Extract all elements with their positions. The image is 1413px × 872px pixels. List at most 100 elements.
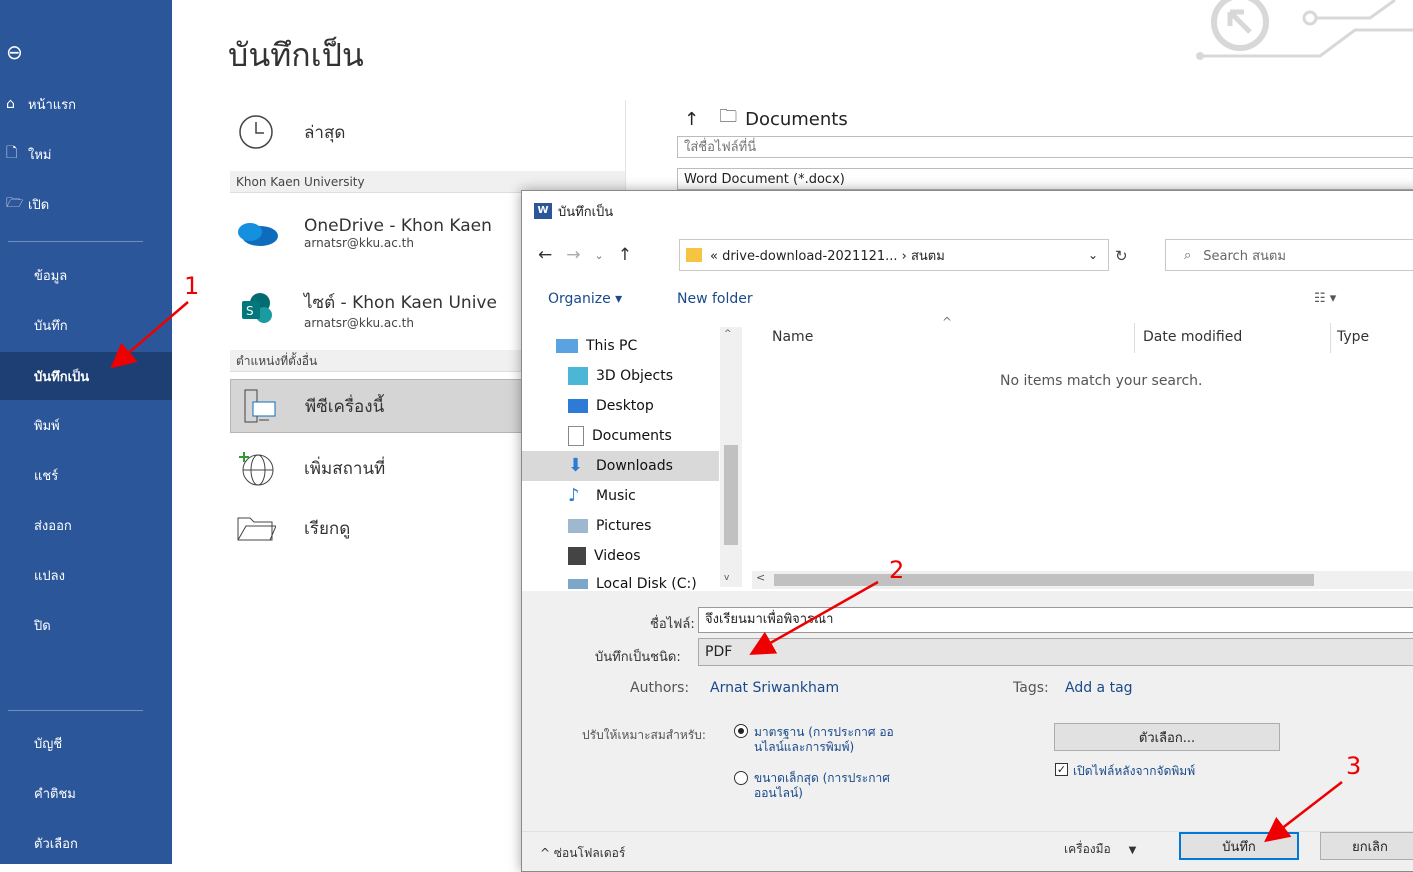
- chevron-down-icon[interactable]: ⌄: [595, 245, 604, 267]
- save-type-select[interactable]: PDF: [698, 638, 1413, 666]
- decorative-circuit-art: [1196, 0, 1413, 60]
- annotation-label-1: 1: [184, 272, 200, 300]
- authors-label: Authors:: [630, 680, 690, 696]
- this-pc-icon: [231, 386, 283, 426]
- tags-value[interactable]: Add a tag: [1065, 680, 1133, 696]
- sharepoint-icon: S: [230, 289, 282, 329]
- column-type[interactable]: Type: [1337, 329, 1369, 345]
- path-bar: ↑ 🗀 Documents: [684, 104, 848, 134]
- tools-dropdown[interactable]: เครื่องมือ ▼: [1064, 840, 1136, 859]
- authors-value[interactable]: Arnat Sriwankham: [710, 680, 839, 696]
- cancel-button[interactable]: ยกเลิก: [1320, 832, 1413, 860]
- dialog-titlebar: W บันทึกเป็น: [522, 191, 1413, 231]
- back-button[interactable]: ⊖: [0, 32, 172, 72]
- search-box[interactable]: ⌕ Search สนตม: [1165, 239, 1413, 271]
- organize-button[interactable]: Organize ▾: [548, 291, 622, 307]
- tree-this-pc[interactable]: This PC: [522, 331, 753, 361]
- open-after-label: เปิดไฟล์หลังจากจัดพิมพ์: [1073, 764, 1196, 778]
- svg-text:S: S: [246, 304, 254, 318]
- tree-downloads[interactable]: ⬇ Downloads: [522, 451, 719, 481]
- filetype-select[interactable]: Word Document (*.docx): [677, 168, 1413, 190]
- refresh-icon[interactable]: ↻: [1115, 247, 1128, 265]
- dialog-filename-input[interactable]: จึงเรียนมาเพื่อพิจารณา: [698, 607, 1413, 633]
- nav-account[interactable]: บัญชี: [0, 723, 172, 763]
- onedrive-cloud-icon: [230, 213, 282, 253]
- nav-divider: [8, 241, 143, 242]
- desktop-icon: [568, 399, 588, 413]
- folder-tree: This PC 3D Objects Desktop Documents ⬇ Do…: [522, 327, 742, 592]
- chevron-up-icon: ^: [540, 846, 551, 860]
- back-arrow-icon: ⊖: [6, 40, 23, 64]
- nav-feedback[interactable]: คำติชม: [0, 773, 172, 813]
- nav-save[interactable]: บันทึก: [0, 305, 172, 345]
- page-title: บันทึกเป็น: [228, 36, 364, 74]
- nav-info[interactable]: ข้อมูล: [0, 255, 172, 295]
- save-button[interactable]: บันทึก: [1179, 832, 1299, 860]
- folder-icon: 🗀: [719, 106, 738, 127]
- nav-divider-bottom: [8, 710, 143, 711]
- nav-export[interactable]: ส่งออก: [0, 505, 172, 545]
- list-h-scrollbar[interactable]: <: [752, 571, 1413, 589]
- folder-open-icon: 🗁: [6, 195, 24, 211]
- open-after-checkbox[interactable]: ✓: [1055, 763, 1068, 776]
- tree-scrollbar[interactable]: ^ v: [720, 327, 742, 587]
- clock-icon: [230, 112, 282, 152]
- address-bar[interactable]: « drive-download-2021121... › สนตม ⌄: [679, 239, 1109, 271]
- nav-transform[interactable]: แปลง: [0, 555, 172, 595]
- video-film-icon: [568, 547, 586, 565]
- up-icon[interactable]: ↑: [618, 245, 632, 267]
- documents-icon: [568, 426, 584, 446]
- radio-standard-label: มาตรฐาน (การประกาศ ออ นไลน์และการพิมพ์): [754, 725, 894, 754]
- nav-close[interactable]: ปิด: [0, 605, 172, 645]
- cube-icon: [568, 367, 588, 385]
- backstage-nav: ⊖ ⌂ หน้าแรก 🗋 ใหม่ 🗁 เปิด ข้อมูล บันทึก …: [0, 0, 172, 864]
- search-icon: ⌕: [1184, 247, 1192, 263]
- radio-standard[interactable]: [734, 724, 748, 738]
- music-note-icon: ♪: [568, 485, 580, 506]
- save-type-label: บันทึกเป็นชนิด:: [595, 650, 681, 665]
- new-folder-button[interactable]: New folder: [677, 291, 753, 307]
- pictures-icon: [568, 519, 588, 533]
- place-recent[interactable]: ล่าสุด: [230, 110, 625, 154]
- new-doc-icon: 🗋: [6, 145, 18, 161]
- folder-icon: [686, 248, 702, 262]
- options-button[interactable]: ตัวเลือก...: [1054, 723, 1280, 751]
- folder-icon: [230, 508, 282, 548]
- column-divider: [1330, 323, 1331, 353]
- optimize-label: ปรับให้เหมาะสมสำหรับ:: [582, 728, 706, 742]
- filename-label: ชื่อไฟล์:: [650, 617, 695, 632]
- hide-folders-toggle[interactable]: ^ ซ่อนโฟลเดอร์: [540, 844, 625, 863]
- filename-input[interactable]: [677, 136, 1413, 158]
- view-options-icon[interactable]: ☷ ▾: [1314, 291, 1336, 306]
- chevron-down-icon[interactable]: ⌄: [1088, 248, 1098, 262]
- radio-minimum[interactable]: [734, 771, 748, 785]
- nav-buttons: ← → ⌄ ↑: [538, 245, 632, 267]
- nav-new[interactable]: 🗋 ใหม่: [0, 134, 172, 174]
- empty-message: No items match your search.: [1000, 373, 1203, 389]
- nav-print[interactable]: พิมพ์: [0, 405, 172, 445]
- disk-icon: [568, 579, 588, 589]
- sort-caret-icon: ^: [942, 315, 953, 329]
- home-icon: ⌂: [6, 96, 15, 112]
- nav-open[interactable]: 🗁 เปิด: [0, 184, 172, 224]
- nav-share[interactable]: แชร์: [0, 455, 172, 495]
- tags-label: Tags:: [1013, 680, 1049, 696]
- up-arrow-icon[interactable]: ↑: [684, 109, 699, 130]
- annotation-label-2: 2: [889, 556, 905, 584]
- save-as-dialog: W บันทึกเป็น ← → ⌄ ↑ « drive-download-20…: [521, 190, 1413, 872]
- column-divider: [1134, 323, 1135, 353]
- chevron-down-icon: ▼: [1128, 845, 1137, 856]
- nav-home[interactable]: ⌂ หน้าแรก: [0, 84, 172, 124]
- column-date-modified[interactable]: Date modified: [1143, 329, 1242, 345]
- back-icon[interactable]: ←: [538, 245, 552, 267]
- path-folder-name[interactable]: Documents: [745, 109, 848, 130]
- download-arrow-icon: ⬇: [568, 455, 584, 476]
- forward-icon[interactable]: →: [566, 245, 580, 267]
- column-name[interactable]: Name: [772, 329, 813, 345]
- nav-options[interactable]: ตัวเลือก: [0, 823, 172, 863]
- globe-add-icon: [230, 448, 282, 488]
- annotation-label-3: 3: [1346, 752, 1362, 780]
- computer-icon: [556, 339, 578, 353]
- word-app-icon: W: [534, 203, 552, 219]
- nav-save-as[interactable]: บันทึกเป็น: [0, 352, 172, 400]
